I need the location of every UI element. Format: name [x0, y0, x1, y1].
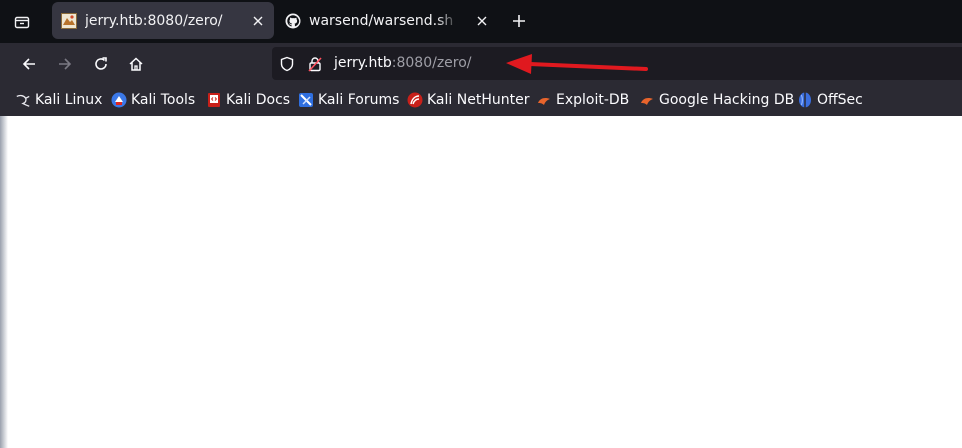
plus-icon [513, 15, 525, 27]
offsec-icon [797, 92, 813, 108]
bookmark-label: Kali NetHunter [427, 92, 530, 108]
exploit-db-icon [536, 92, 552, 108]
bookmark-kali-forums[interactable]: Kali Forums [298, 90, 399, 110]
bookmarks-toolbar: Kali Linux Kali Tools Kali Docs Kali For… [0, 84, 962, 116]
back-button[interactable] [16, 51, 42, 77]
url-text[interactable]: jerry.htb:8080/zero/ [334, 54, 472, 73]
url-host: jerry.htb [334, 55, 392, 71]
bookmark-label: Kali Linux [35, 92, 103, 108]
bookmark-label: Google Hacking DB [659, 92, 795, 108]
arrow-right-icon [59, 58, 72, 70]
arrow-left-icon [22, 58, 35, 70]
tab-jerry[interactable]: jerry.htb:8080/zero/ [52, 2, 274, 39]
bookmark-label: Kali Tools [131, 92, 196, 108]
kali-dragon-icon [15, 92, 31, 108]
forward-button[interactable] [52, 51, 78, 77]
bookmark-kali-nethunter[interactable]: Kali NetHunter [407, 90, 529, 110]
kali-nethunter-icon [407, 92, 423, 108]
bookmark-kali-docs[interactable]: Kali Docs [206, 90, 290, 110]
url-path: :8080/zero/ [391, 55, 472, 71]
close-tab-icon[interactable] [474, 13, 490, 29]
page-favicon-icon [61, 13, 77, 29]
close-tab-icon[interactable] [250, 13, 266, 29]
bookmark-kali-linux[interactable]: Kali Linux [15, 90, 102, 110]
tab-warsend[interactable]: warsend/warsend.sh at m [276, 2, 498, 39]
navigation-toolbar: jerry.htb:8080/zero/ [0, 43, 962, 84]
tab-strip: jerry.htb:8080/zero/ warsend/warsend.sh … [0, 0, 962, 43]
insecure-lock-icon[interactable] [306, 55, 324, 73]
github-icon [285, 13, 301, 29]
bookmark-offsec[interactable]: OffSec [797, 90, 863, 110]
page-content [0, 116, 962, 448]
ghdb-icon [639, 92, 655, 108]
bookmark-label: Kali Docs [226, 92, 291, 108]
tab-title: jerry.htb:8080/zero/ [85, 13, 223, 29]
bookmark-kali-tools[interactable]: Kali Tools [111, 90, 195, 110]
kali-tools-icon [111, 92, 127, 108]
reload-icon [95, 57, 107, 70]
bookmark-exploit-db[interactable]: Exploit-DB [536, 90, 629, 110]
tab-title: warsend/warsend.sh at m [309, 13, 459, 29]
annotation-arrow [506, 54, 648, 74]
bookmark-google-hacking-db[interactable]: Google Hacking DB [639, 90, 794, 110]
browser-window: jerry.htb:8080/zero/ warsend/warsend.sh … [0, 0, 962, 448]
bookmark-label: OffSec [817, 92, 863, 108]
kali-docs-icon [206, 92, 222, 108]
tracking-protection-shield-icon[interactable] [278, 55, 296, 73]
new-tab-button[interactable] [507, 9, 531, 33]
reload-button[interactable] [88, 51, 114, 77]
bookmark-label: Kali Forums [318, 92, 400, 108]
kali-forums-icon [298, 92, 314, 108]
window-edge-shadow [0, 116, 8, 448]
home-button[interactable] [123, 51, 149, 77]
tab-overview-button[interactable] [0, 0, 44, 43]
tab-overview-icon [14, 16, 30, 28]
bookmark-label: Exploit-DB [556, 92, 630, 108]
home-icon [129, 57, 143, 71]
